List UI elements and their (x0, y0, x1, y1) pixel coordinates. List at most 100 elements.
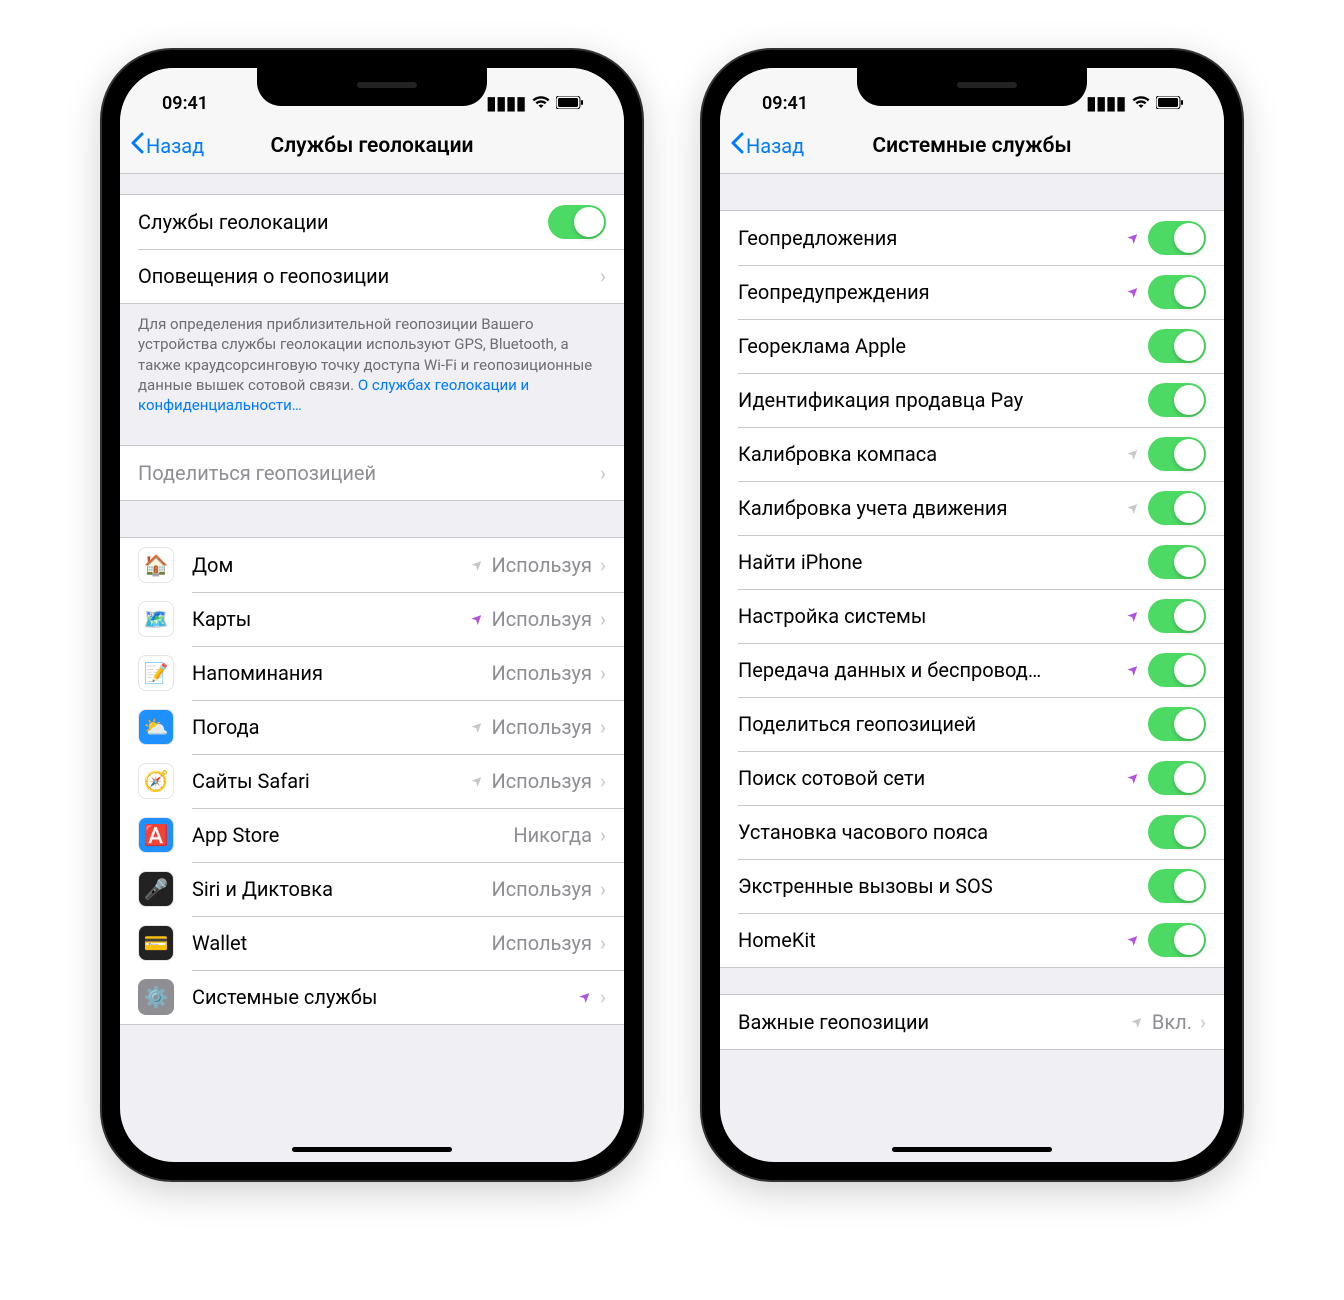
row-system-service[interactable]: Калибровка компаса ➤ (720, 427, 1224, 481)
chevron-right-icon: › (600, 553, 606, 577)
app-name: Wallet (192, 931, 491, 955)
app-name: Погода (192, 715, 472, 739)
app-icon: 📝 (138, 655, 174, 691)
footer-text: Для определения приблизительной геопозиц… (120, 304, 624, 425)
chevron-right-icon: › (600, 607, 606, 631)
row-system-service[interactable]: Найти iPhone (720, 535, 1224, 589)
row-system-service[interactable]: Поиск сотовой сети ➤ (720, 751, 1224, 805)
row-label: Найти iPhone (738, 550, 1148, 574)
row-app[interactable]: 🧭 Сайты Safari ➤ Используя › (120, 754, 624, 808)
row-app[interactable]: ⛅ Погода ➤ Используя › (120, 700, 624, 754)
chevron-right-icon: › (600, 461, 606, 485)
toggle-switch[interactable] (1148, 221, 1206, 255)
row-label: Поделиться геопозицией (738, 712, 1148, 736)
content-left[interactable]: Службы геолокации Оповещения о геопозици… (120, 174, 624, 1162)
app-icon: ⛅ (138, 709, 174, 745)
row-system-service[interactable]: Установка часового пояса (720, 805, 1224, 859)
back-button[interactable]: Назад (730, 132, 804, 159)
row-label: HomeKit (738, 928, 1128, 952)
home-indicator[interactable] (892, 1147, 1052, 1152)
toggle-switch[interactable] (1148, 545, 1206, 579)
battery-icon (556, 93, 584, 114)
row-app[interactable]: 📝 Напоминания Используя › (120, 646, 624, 700)
signal-icon: ▮▮▮▮ (486, 93, 526, 114)
app-name: Дом (192, 553, 472, 577)
row-system-service[interactable]: Геопредложения ➤ (720, 211, 1224, 265)
chevron-right-icon: › (1200, 1010, 1206, 1034)
group-system-services: Геопредложения ➤ Геопредупреждения ➤ Гео… (720, 210, 1224, 968)
status-time: 09:41 (750, 93, 808, 114)
row-app[interactable]: 🗺️ Карты ➤ Используя › (120, 592, 624, 646)
toggle-switch[interactable] (1148, 383, 1206, 417)
back-label: Назад (146, 134, 204, 158)
wifi-icon (1132, 93, 1150, 114)
app-status: Используя (491, 877, 592, 901)
app-icon: 🎤 (138, 871, 174, 907)
row-label: Важные геопозиции (738, 1010, 1132, 1034)
toggle-switch[interactable] (1148, 923, 1206, 957)
row-system-service[interactable]: Настройка системы ➤ (720, 589, 1224, 643)
toggle-switch[interactable] (1148, 653, 1206, 687)
group-significant: Важные геопозиции ➤ Вкл. › (720, 994, 1224, 1050)
row-app[interactable]: 🏠 Дом ➤ Используя › (120, 538, 624, 592)
signal-icon: ▮▮▮▮ (1086, 93, 1126, 114)
row-label: Экстренные вызовы и SOS (738, 874, 1148, 898)
app-name: Сайты Safari (192, 769, 472, 793)
row-system-service[interactable]: Идентификация продавца Pay (720, 373, 1224, 427)
toggle-switch[interactable] (1148, 275, 1206, 309)
toggle-switch[interactable] (1148, 815, 1206, 849)
row-label: Калибровка компаса (738, 442, 1128, 466)
row-label: Оповещения о геопозиции (138, 264, 600, 288)
row-label: Поиск сотовой сети (738, 766, 1128, 790)
row-system-service[interactable]: Передача данных и беспровод… ➤ (720, 643, 1224, 697)
row-app[interactable]: ⚙️ Системные службы ➤ › (120, 970, 624, 1024)
chevron-right-icon: › (600, 823, 606, 847)
phone-right: 09:41 ▮▮▮▮ Назад Системные службы (702, 50, 1242, 1180)
back-button[interactable]: Назад (130, 132, 204, 159)
toggle-switch[interactable] (1148, 761, 1206, 795)
app-icon: 🏠 (138, 547, 174, 583)
status-icons: ▮▮▮▮ (1086, 93, 1194, 114)
row-label: Службы геолокации (138, 210, 548, 234)
row-location-alerts[interactable]: Оповещения о геопозиции › (120, 249, 624, 303)
row-label: Геореклама Apple (738, 334, 1148, 358)
battery-icon (1156, 93, 1184, 114)
chevron-right-icon: › (600, 661, 606, 685)
row-app[interactable]: 🎤 Siri и Диктовка Используя › (120, 862, 624, 916)
row-system-service[interactable]: Геореклама Apple (720, 319, 1224, 373)
app-status: Используя (491, 715, 592, 739)
toggle-switch[interactable] (1148, 491, 1206, 525)
row-location-services[interactable]: Службы геолокации (120, 195, 624, 249)
row-significant-locations[interactable]: Важные геопозиции ➤ Вкл. › (720, 995, 1224, 1049)
row-label: Поделиться геопозицией (138, 461, 600, 485)
chevron-right-icon: › (600, 715, 606, 739)
chevron-left-icon (130, 132, 144, 159)
toggle-switch[interactable] (1148, 869, 1206, 903)
row-system-service[interactable]: Экстренные вызовы и SOS (720, 859, 1224, 913)
row-share-location[interactable]: Поделиться геопозицией › (120, 446, 624, 500)
row-app[interactable]: 🅰️ App Store Никогда › (120, 808, 624, 862)
row-system-service[interactable]: Калибровка учета движения ➤ (720, 481, 1224, 535)
toggle-switch[interactable] (1148, 707, 1206, 741)
app-icon: 💳 (138, 925, 174, 961)
toggle-switch[interactable] (548, 205, 606, 239)
toggle-switch[interactable] (1148, 599, 1206, 633)
back-label: Назад (746, 134, 804, 158)
row-system-service[interactable]: Поделиться геопозицией (720, 697, 1224, 751)
toggle-switch[interactable] (1148, 437, 1206, 471)
chevron-right-icon: › (600, 985, 606, 1009)
wifi-icon (532, 93, 550, 114)
toggle-switch[interactable] (1148, 329, 1206, 363)
group-apps: 🏠 Дом ➤ Используя › 🗺️ Карты ➤ Используя… (120, 537, 624, 1025)
app-status: Используя (491, 607, 592, 631)
app-name: Siri и Диктовка (192, 877, 491, 901)
home-indicator[interactable] (292, 1147, 452, 1152)
row-app[interactable]: 💳 Wallet Используя › (120, 916, 624, 970)
app-status: Никогда (513, 823, 592, 847)
content-right[interactable]: Геопредложения ➤ Геопредупреждения ➤ Гео… (720, 174, 1224, 1162)
app-icon: 🧭 (138, 763, 174, 799)
app-icon: ⚙️ (138, 979, 174, 1015)
row-system-service[interactable]: Геопредупреждения ➤ (720, 265, 1224, 319)
row-label: Идентификация продавца Pay (738, 388, 1148, 412)
row-system-service[interactable]: HomeKit ➤ (720, 913, 1224, 967)
